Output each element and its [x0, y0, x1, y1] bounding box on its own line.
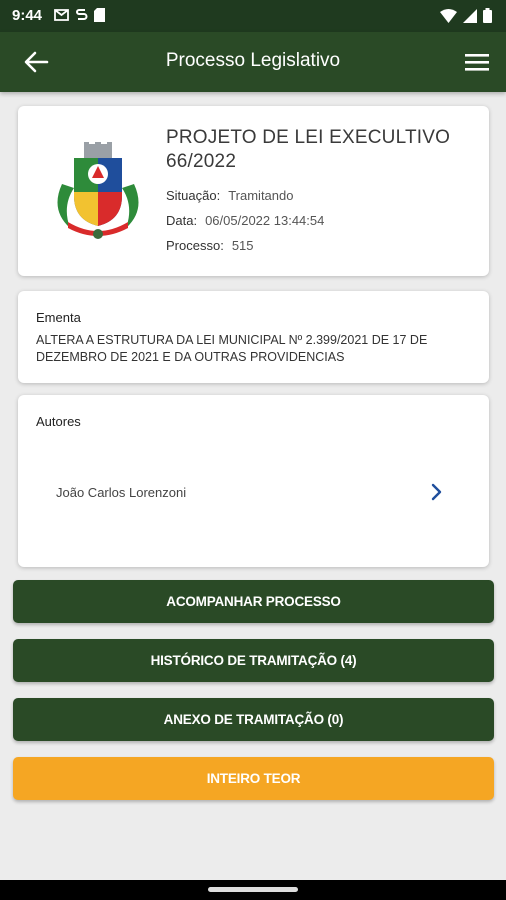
- situacao-row: Situação: Tramitando: [166, 188, 293, 203]
- hamburger-menu-icon[interactable]: [464, 50, 490, 74]
- app-bar: Processo Legislativo: [0, 32, 506, 92]
- page-title: Processo Legislativo: [165, 50, 341, 71]
- app-notification-icon: [76, 9, 88, 20]
- situacao-value: Tramitando: [228, 188, 294, 203]
- system-navigation-bar: [0, 880, 506, 900]
- status-left-icons: [54, 8, 105, 22]
- inteiro-teor-button[interactable]: INTEIRO TEOR: [13, 757, 494, 800]
- status-right-icons: [440, 8, 492, 23]
- author-name: João Carlos Lorenzoni: [56, 485, 187, 500]
- anexo-tramitacao-button[interactable]: ANEXO DE TRAMITAÇÃO (0): [13, 698, 494, 741]
- process-header-card: PROJETO DE LEI EXECULTIVO 66/2022 Situaç…: [18, 106, 489, 276]
- processo-label: Processo:: [166, 238, 224, 253]
- home-gesture-handle[interactable]: [208, 887, 298, 892]
- author-list-item[interactable]: João Carlos Lorenzoni: [18, 471, 489, 513]
- municipal-coat-of-arms-icon: [57, 142, 139, 239]
- data-value: 06/05/2022 13:44:54: [205, 213, 325, 228]
- data-row: Data: 06/05/2022 13:44:54: [166, 213, 324, 228]
- ementa-text: ALTERA A ESTRUTURA DA LEI MUNICIPAL Nº 2…: [36, 333, 428, 364]
- ementa-label: Ementa: [36, 310, 81, 325]
- processo-value: 515: [231, 238, 254, 253]
- status-bar: 9:44: [0, 0, 506, 32]
- chevron-right-icon: [431, 483, 442, 501]
- battery-icon: [483, 8, 492, 23]
- gmail-icon: [54, 9, 69, 21]
- historico-tramitacao-button[interactable]: HISTÓRICO DE TRAMITAÇÃO (4): [13, 639, 494, 682]
- situacao-label: Situação:: [166, 188, 221, 203]
- acompanhar-processo-button[interactable]: ACOMPANHAR PROCESSO: [13, 580, 494, 623]
- autores-card: Autores João Carlos Lorenzoni: [18, 395, 489, 567]
- signal-icon: [463, 8, 477, 23]
- data-label: Data:: [166, 213, 198, 228]
- sd-card-icon: [94, 8, 105, 22]
- status-time: 9:44: [12, 7, 43, 24]
- ementa-card: Ementa ALTERA A ESTRUTURA DA LEI MUNICIP…: [18, 291, 489, 383]
- process-title: PROJETO DE LEI EXECULTIVO 66/2022: [166, 127, 451, 172]
- autores-label: Autores: [36, 414, 81, 429]
- wifi-icon: [440, 8, 457, 23]
- processo-row: Processo: 515: [166, 238, 254, 253]
